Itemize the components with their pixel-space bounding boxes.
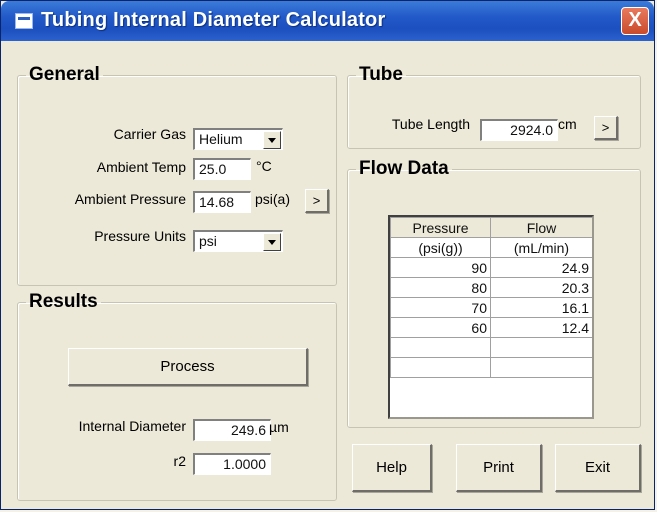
carrier-gas-label: Carrier Gas: [113, 126, 186, 142]
flow-data-legend: Flow Data: [359, 158, 449, 179]
results-legend: Results: [29, 291, 98, 312]
pressure-column-header[interactable]: Pressure: [390, 217, 491, 238]
exit-button[interactable]: Exit: [555, 444, 641, 492]
flow-cell[interactable]: 24.9: [490, 257, 592, 278]
internal-diameter-output: 249.6: [193, 419, 271, 441]
table-row: [390, 357, 592, 378]
ambient-temp-input[interactable]: 25.0: [193, 158, 251, 180]
ambient-temp-label: Ambient Temp: [96, 159, 186, 175]
tube-group: Tube Tube Length 2924.0 cm >: [347, 64, 641, 149]
table-unit-row: (psi(g)) (mL/min): [390, 237, 592, 258]
ambient-pressure-calc-button[interactable]: >: [305, 189, 329, 213]
ambient-pressure-input[interactable]: 14.68: [193, 191, 251, 213]
flow-cell[interactable]: [490, 357, 592, 378]
internal-diameter-unit: µm: [269, 419, 289, 435]
pressure-units-select[interactable]: psi: [193, 230, 283, 252]
r2-output: 1.0000: [193, 453, 271, 475]
flow-cell[interactable]: 20.3: [490, 277, 592, 298]
calculator-window: Tubing Internal Diameter Calculator X Ge…: [0, 0, 655, 510]
chevron-down-icon[interactable]: [263, 233, 281, 251]
pressure-unit-cell[interactable]: (psi(g)): [390, 237, 491, 258]
table-row: 60 12.4: [390, 317, 592, 338]
title-bar: Tubing Internal Diameter Calculator X: [1, 1, 654, 41]
client-area: General Carrier Gas Helium Ambient Temp …: [7, 41, 648, 505]
flow-cell[interactable]: 12.4: [490, 317, 592, 338]
pressure-cell[interactable]: [390, 357, 491, 378]
pressure-units-label: Pressure Units: [94, 228, 186, 244]
chevron-down-icon[interactable]: [263, 131, 281, 149]
window-title: Tubing Internal Diameter Calculator: [41, 9, 386, 31]
results-group: Results Process Internal Diameter 249.6 …: [17, 291, 337, 501]
r2-label: r2: [173, 453, 186, 469]
internal-diameter-label: Internal Diameter: [78, 418, 186, 434]
pressure-cell[interactable]: 60: [390, 317, 491, 338]
pressure-cell[interactable]: 90: [390, 257, 491, 278]
tube-length-calc-button[interactable]: >: [594, 116, 618, 140]
general-legend: General: [29, 64, 100, 85]
flow-column-header[interactable]: Flow: [490, 217, 592, 238]
tube-length-input[interactable]: 2924.0: [480, 119, 558, 141]
ambient-pressure-label: Ambient Pressure: [74, 191, 186, 207]
app-window-icon: [15, 13, 33, 29]
flow-data-table[interactable]: Pressure Flow (psi(g)) (mL/min) 90 24.9 …: [390, 217, 592, 378]
general-group: General Carrier Gas Helium Ambient Temp …: [17, 64, 337, 286]
table-row: 70 16.1: [390, 297, 592, 318]
carrier-gas-value: Helium: [199, 131, 243, 147]
table-row: [390, 337, 592, 358]
flow-data-group: Flow Data Pressure Flow (psi(g)) (mL/min…: [347, 158, 641, 428]
flow-data-grid[interactable]: Pressure Flow (psi(g)) (mL/min) 90 24.9 …: [388, 215, 594, 419]
flow-cell[interactable]: [490, 337, 592, 358]
process-button[interactable]: Process: [68, 348, 308, 386]
tube-length-unit: cm: [558, 116, 577, 132]
table-header-row: Pressure Flow: [390, 217, 592, 238]
ambient-pressure-unit: psi(a): [255, 191, 291, 207]
help-button[interactable]: Help: [352, 444, 432, 492]
table-row: 90 24.9: [390, 257, 592, 278]
flow-cell[interactable]: 16.1: [490, 297, 592, 318]
pressure-cell[interactable]: 70: [390, 297, 491, 318]
tube-length-label: Tube Length: [391, 116, 470, 132]
pressure-units-value: psi: [199, 233, 217, 249]
print-button[interactable]: Print: [456, 444, 542, 492]
pressure-cell[interactable]: [390, 337, 491, 358]
ambient-temp-unit: °C: [256, 158, 272, 174]
table-row: 80 20.3: [390, 277, 592, 298]
close-icon: X: [628, 9, 642, 31]
tube-legend: Tube: [359, 64, 403, 85]
close-button[interactable]: X: [621, 7, 649, 35]
pressure-cell[interactable]: 80: [390, 277, 491, 298]
carrier-gas-select[interactable]: Helium: [193, 128, 283, 150]
flow-unit-cell[interactable]: (mL/min): [490, 237, 592, 258]
